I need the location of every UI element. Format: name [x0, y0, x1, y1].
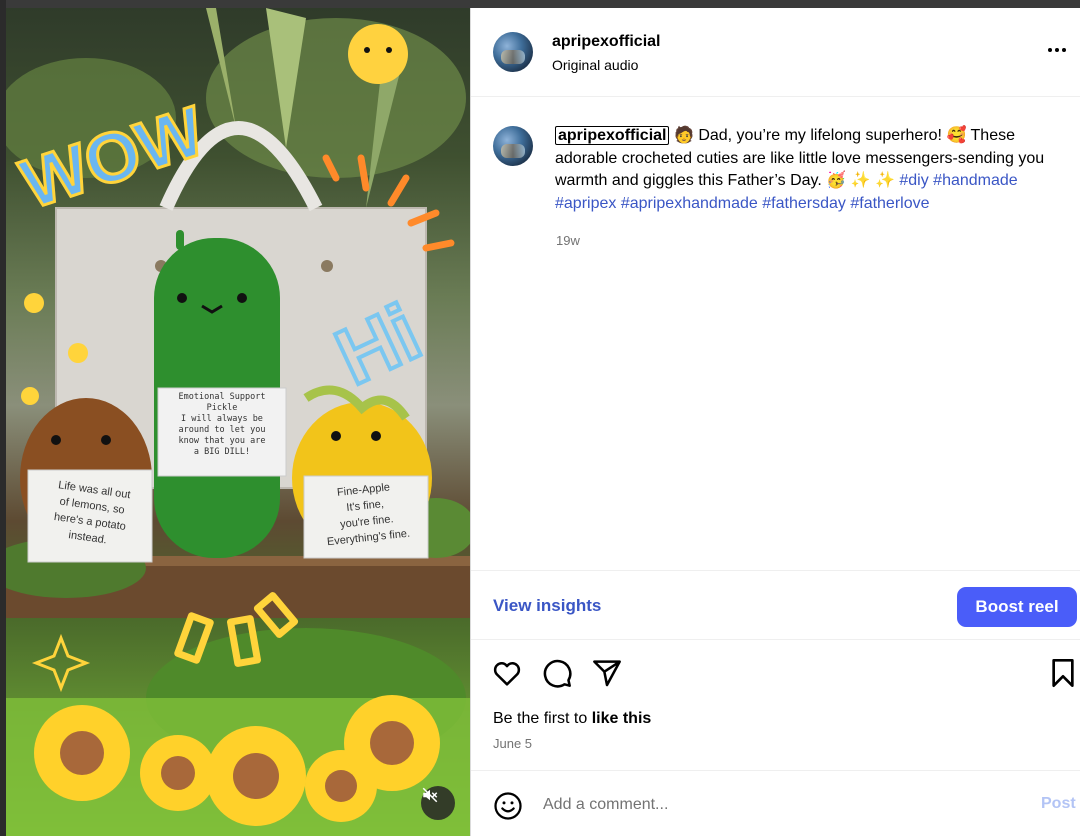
heart-icon — [493, 661, 521, 686]
heart-face-emoji: 🥰 — [946, 127, 967, 144]
likes-summary: Be the first to like this — [493, 710, 651, 728]
smiley-face-icon — [494, 792, 522, 820]
hashtag-fathersday[interactable]: #fathersday — [762, 195, 846, 212]
post-header: apripexofficial Original audio — [471, 8, 1080, 97]
paper-plane-icon — [593, 660, 621, 687]
post-details-panel: apripexofficial Original audio apripexof… — [470, 8, 1080, 836]
save-button[interactable] — [1047, 657, 1080, 691]
person-emoji: 🧑 — [673, 127, 694, 144]
muted-speaker-icon — [422, 787, 438, 803]
hashtag-handmade[interactable]: #handmade — [933, 172, 1018, 189]
caption-line-1: Dad, you’re my lifelong superhero! — [698, 127, 942, 144]
pickle-card-line: Emotional Support — [178, 392, 266, 402]
pickle-card-line: Pickle — [206, 403, 238, 413]
insights-bar: View insights Boost reel — [471, 570, 1080, 640]
hashtag-fatherlove[interactable]: #fatherlove — [850, 195, 929, 212]
hashtag-diy[interactable]: #diy — [899, 172, 928, 189]
pineapple-card-text: Fine-Apple It's fine, you're fine. Every… — [303, 476, 429, 552]
post-date[interactable]: June 5 — [493, 736, 532, 751]
emoji-picker-button[interactable] — [493, 791, 523, 821]
pickle-card-line: I will always be — [181, 414, 263, 424]
share-button[interactable] — [591, 657, 625, 691]
like-button[interactable] — [491, 657, 525, 691]
page-backdrop — [0, 0, 1080, 8]
bookmark-icon — [1052, 659, 1074, 687]
pickle-card-line: around to let you — [178, 425, 266, 435]
caption-text: apripexofficial 🧑 Dad, you’re my lifelon… — [555, 125, 1075, 215]
caption-username[interactable]: apripexofficial — [555, 126, 670, 145]
comment-input[interactable] — [543, 791, 1023, 819]
post-comment-button[interactable]: Post — [1041, 795, 1076, 813]
audio-label[interactable]: Original audio — [552, 57, 638, 73]
caption-avatar[interactable] — [493, 126, 533, 166]
boost-reel-button[interactable]: Boost reel — [957, 587, 1077, 627]
pickle-card-text: Emotional Support Pickle I will always b… — [162, 392, 282, 458]
hashtag-apripex[interactable]: #apripex — [555, 195, 616, 212]
reel-video[interactable]: WOW Hi Emotional Support Pickle I will a… — [6, 8, 470, 836]
like-this-link[interactable]: like this — [592, 710, 652, 727]
pickle-card-line: a BIG DILL! — [193, 447, 251, 457]
mute-toggle-button[interactable] — [421, 786, 455, 820]
caption-section: apripexofficial 🧑 Dad, you’re my lifelon… — [471, 97, 1080, 570]
caption-time-ago[interactable]: 19w — [556, 233, 580, 248]
view-insights-link[interactable]: View insights — [493, 596, 601, 616]
likes-prefix: Be the first to — [493, 710, 592, 727]
party-emoji: 🥳 ✨ ✨ — [826, 172, 895, 189]
more-options-button[interactable] — [1045, 38, 1075, 64]
post-username[interactable]: apripexofficial — [552, 33, 660, 51]
pickle-card-line: know that you are — [178, 436, 266, 446]
more-options-icon — [1048, 48, 1066, 52]
comment-bubble-icon — [543, 659, 572, 688]
post-actions — [471, 653, 1080, 697]
comment-composer: Post — [471, 770, 1080, 836]
avatar[interactable] — [493, 32, 533, 72]
hashtag-apripexhandmade[interactable]: #apripexhandmade — [621, 195, 758, 212]
comment-button[interactable] — [541, 657, 575, 691]
